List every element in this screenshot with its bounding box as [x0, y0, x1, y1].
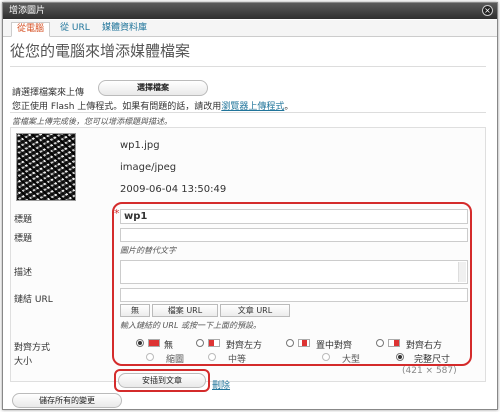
- size-label: 大小: [14, 357, 33, 367]
- file-mime: image/jpeg: [120, 162, 177, 173]
- title-label: 標題: [14, 215, 33, 225]
- caption-label: 標題: [14, 234, 33, 244]
- image-thumbnail: [16, 133, 76, 201]
- highlight-fields-outline: [112, 202, 472, 366]
- close-icon[interactable]: ×: [482, 5, 493, 16]
- size-dimensions: (421 × 587): [402, 366, 457, 376]
- dialog-titlebar: 增添圖片 ×: [3, 3, 497, 19]
- page-title: 從您的電腦來增添媒體檔案: [10, 42, 191, 60]
- flash-note-text: 您正使用 Flash 上傳程式。如果有問題的話，請改用: [12, 102, 222, 112]
- browser-uploader-link[interactable]: 瀏覽器上傳程式: [221, 102, 284, 112]
- media-tabs: 從電腦 從 URL 媒體資料庫: [3, 20, 497, 37]
- link-label: 鏈結 URL: [14, 295, 53, 305]
- tab-from-computer[interactable]: 從電腦: [11, 22, 51, 37]
- dialog-title: 增添圖片: [9, 6, 46, 16]
- align-label: 對齊方式: [14, 343, 51, 353]
- select-files-button[interactable]: 選擇檔案: [98, 80, 208, 96]
- divider: [10, 112, 486, 113]
- insert-into-post-button[interactable]: 安插到文章: [118, 373, 206, 388]
- delete-link[interactable]: 刪除: [212, 378, 230, 391]
- tab-from-url[interactable]: 從 URL: [55, 22, 95, 37]
- file-date: 2009-06-04 13:50:49: [120, 184, 227, 195]
- upload-done-note: 當檔案上傳完成後，您可以增添標題與描述。: [12, 117, 172, 126]
- upload-prompt: 請選擇檔案來上傳: [12, 88, 85, 98]
- tab-media-library[interactable]: 媒體資料庫: [97, 22, 152, 37]
- save-all-changes-button[interactable]: 儲存所有的變更: [12, 393, 122, 408]
- flash-note-end: 。: [284, 102, 294, 112]
- flash-note: 您正使用 Flash 上傳程式。如果有問題的話，請改用瀏覽器上傳程式。: [12, 99, 293, 112]
- file-name: wp1.jpg: [120, 140, 160, 151]
- divider: [10, 66, 486, 67]
- description-label: 描述: [14, 268, 33, 278]
